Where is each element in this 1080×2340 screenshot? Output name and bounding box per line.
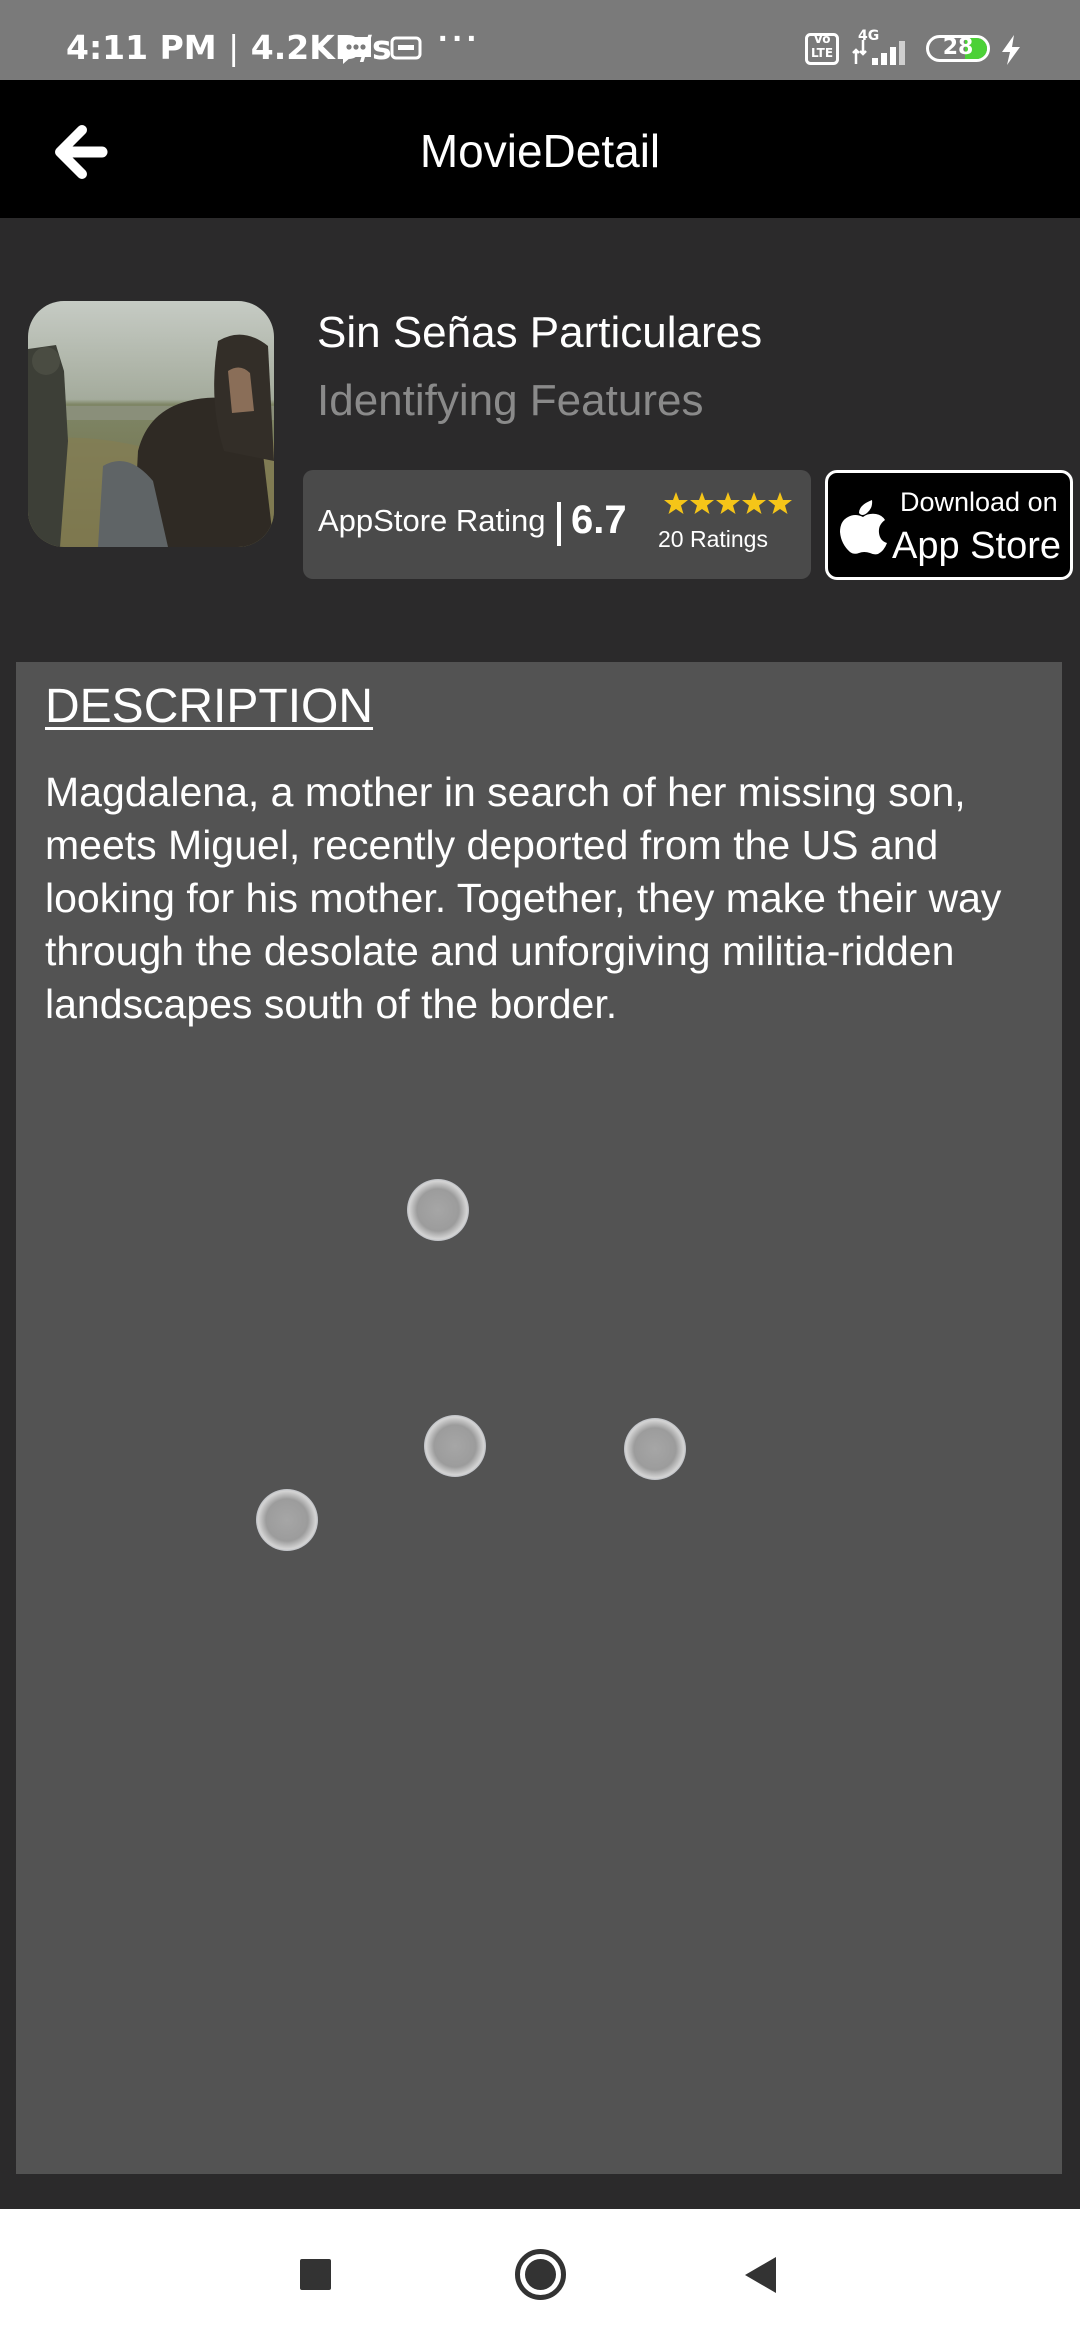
badge-line1: Download on — [900, 487, 1058, 517]
volte-label: Vo LTE — [808, 32, 836, 60]
description-text: Magdalena, a mother in search of her mis… — [45, 769, 1002, 1027]
more-notifications-icon: ··· — [438, 20, 481, 58]
back-triangle-icon[interactable] — [742, 2255, 778, 2295]
rating-divider — [557, 502, 561, 546]
touch-indicator — [424, 1415, 486, 1477]
rating-count: 20 Ratings — [658, 526, 768, 552]
status-bar: 4:11 PM | 4.2KB/s ··· Vo LTE 4G 28 — [0, 0, 1080, 80]
page-title: MovieDetail — [419, 125, 661, 177]
cast-icon — [390, 36, 422, 60]
home-circle-icon[interactable] — [515, 2249, 566, 2300]
badge-line2: App Store — [892, 525, 1061, 567]
volte-top-text: Vo — [813, 32, 831, 46]
movie-subtitle: Identifying Features — [317, 376, 704, 425]
app-bar: MovieDetail — [0, 80, 1080, 218]
touch-indicator — [407, 1179, 469, 1241]
volte-bottom-text: LTE — [810, 46, 834, 60]
message-icon — [341, 37, 371, 64]
signal-icon — [852, 40, 905, 65]
battery-indicator: 28 — [926, 35, 990, 62]
charging-bolt-icon — [1002, 35, 1020, 65]
system-nav-bar — [0, 2209, 1080, 2340]
status-clock: 4:11 PM — [66, 28, 217, 67]
rating-value: 6.7 — [571, 498, 627, 542]
rating-label: AppStore Rating — [318, 503, 546, 538]
poster-scene — [28, 301, 274, 547]
status-separator: | — [228, 28, 240, 67]
movie-title: Sin Señas Particulares — [317, 308, 763, 357]
apple-icon — [840, 500, 887, 555]
download-app-store-button[interactable]: Download on App Store — [825, 470, 1073, 580]
movie-poster-image — [28, 301, 274, 547]
touch-indicator — [624, 1418, 686, 1480]
recent-apps-square-icon[interactable] — [300, 2259, 331, 2290]
battery-level: 28 — [942, 35, 974, 60]
description-heading: DESCRIPTION — [45, 680, 374, 733]
appstore-rating-box: AppStore Rating 6.7 20 Ratings — [303, 470, 811, 579]
description-panel: DESCRIPTION Magdalena, a mother in searc… — [16, 662, 1062, 2174]
touch-indicator — [256, 1489, 318, 1551]
content-bottom-spacer — [0, 2174, 1080, 2209]
star-rating-icon — [664, 492, 792, 514]
